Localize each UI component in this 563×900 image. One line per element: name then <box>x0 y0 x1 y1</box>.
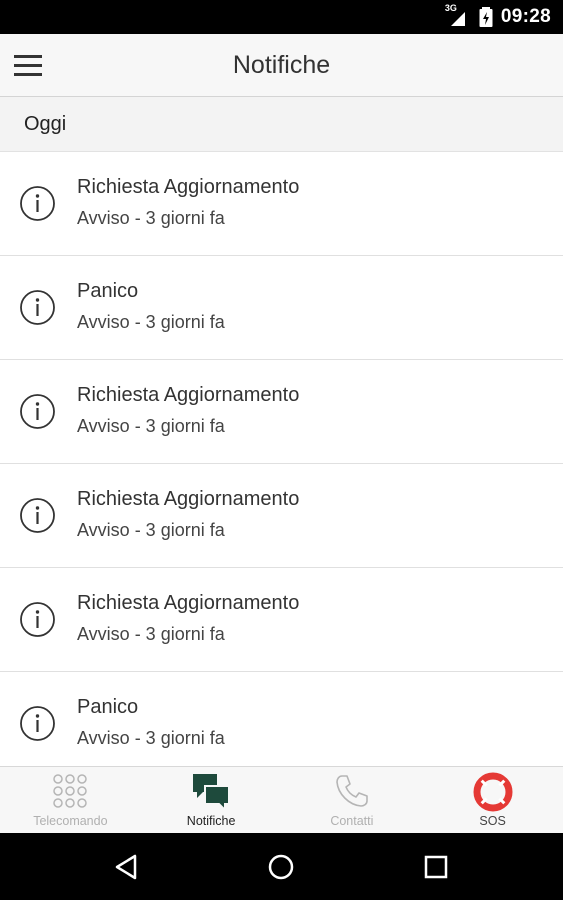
notification-title: Panico <box>77 696 139 718</box>
hamburger-menu-icon[interactable] <box>10 48 46 82</box>
phone-icon <box>336 775 368 807</box>
recents-icon[interactable] <box>421 852 451 882</box>
notification-title: Panico <box>77 280 139 302</box>
back-icon[interactable] <box>112 852 142 882</box>
list-item[interactable]: Richiesta Aggiornamento Avviso - 3 giorn… <box>0 464 563 568</box>
clock: 09:28 <box>500 6 551 27</box>
tab-notifiche[interactable]: Notifiche <box>141 767 282 834</box>
list-item[interactable]: Richiesta Aggiornamento Avviso - 3 giorn… <box>0 152 563 256</box>
section-label: Oggi <box>24 113 67 135</box>
tab-sos[interactable]: SOS <box>422 767 563 834</box>
notification-subtitle: Avviso - 3 giorni fa <box>77 728 225 748</box>
status-icons: 3G 09:28 <box>445 0 551 34</box>
notification-subtitle: Avviso - 3 giorni fa <box>77 624 225 644</box>
notification-list[interactable]: Richiesta Aggiornamento Avviso - 3 giorn… <box>0 152 563 766</box>
info-icon <box>20 186 55 221</box>
list-item[interactable]: Richiesta Aggiornamento Avviso - 3 giorn… <box>0 360 563 464</box>
info-icon <box>20 498 55 533</box>
keypad-icon <box>53 774 88 808</box>
list-item[interactable]: Richiesta Aggiornamento Avviso - 3 giorn… <box>0 568 563 672</box>
notification-title: Richiesta Aggiornamento <box>77 384 300 406</box>
info-icon <box>20 602 55 637</box>
notification-subtitle: Avviso - 3 giorni fa <box>77 312 225 332</box>
tab-label: SOS <box>479 814 506 828</box>
app-bar: Notifiche <box>0 34 563 97</box>
bottom-nav: Telecomando Notifiche Contatti SOS <box>0 766 563 834</box>
status-bar: 3G 09:28 <box>0 0 563 34</box>
info-icon <box>20 706 55 741</box>
list-item[interactable]: Panico Avviso - 3 giorni fa <box>0 672 563 766</box>
tab-contatti[interactable]: Contatti <box>282 767 423 834</box>
signal-icon: 3G <box>445 3 471 28</box>
info-icon <box>20 394 55 429</box>
notification-title: Richiesta Aggiornamento <box>77 488 300 510</box>
notification-title: Richiesta Aggiornamento <box>77 592 300 614</box>
system-nav-bar <box>0 833 563 900</box>
list-item[interactable]: Panico Avviso - 3 giorni fa <box>0 256 563 360</box>
notification-title: Richiesta Aggiornamento <box>77 176 300 198</box>
section-header: Oggi <box>0 97 563 152</box>
info-icon <box>20 290 55 325</box>
chat-bubbles-icon <box>193 774 231 812</box>
tab-label: Contatti <box>330 814 374 828</box>
page-title: Notifiche <box>232 51 331 79</box>
tab-telecomando[interactable]: Telecomando <box>0 767 141 834</box>
tab-label: Telecomando <box>33 814 108 828</box>
home-icon[interactable] <box>266 852 296 882</box>
battery-icon <box>479 7 493 27</box>
notification-subtitle: Avviso - 3 giorni fa <box>77 416 225 436</box>
tab-label: Notifiche <box>186 814 236 828</box>
lifebuoy-icon <box>473 772 513 812</box>
notification-subtitle: Avviso - 3 giorni fa <box>77 520 225 540</box>
notification-subtitle: Avviso - 3 giorni fa <box>77 208 225 228</box>
